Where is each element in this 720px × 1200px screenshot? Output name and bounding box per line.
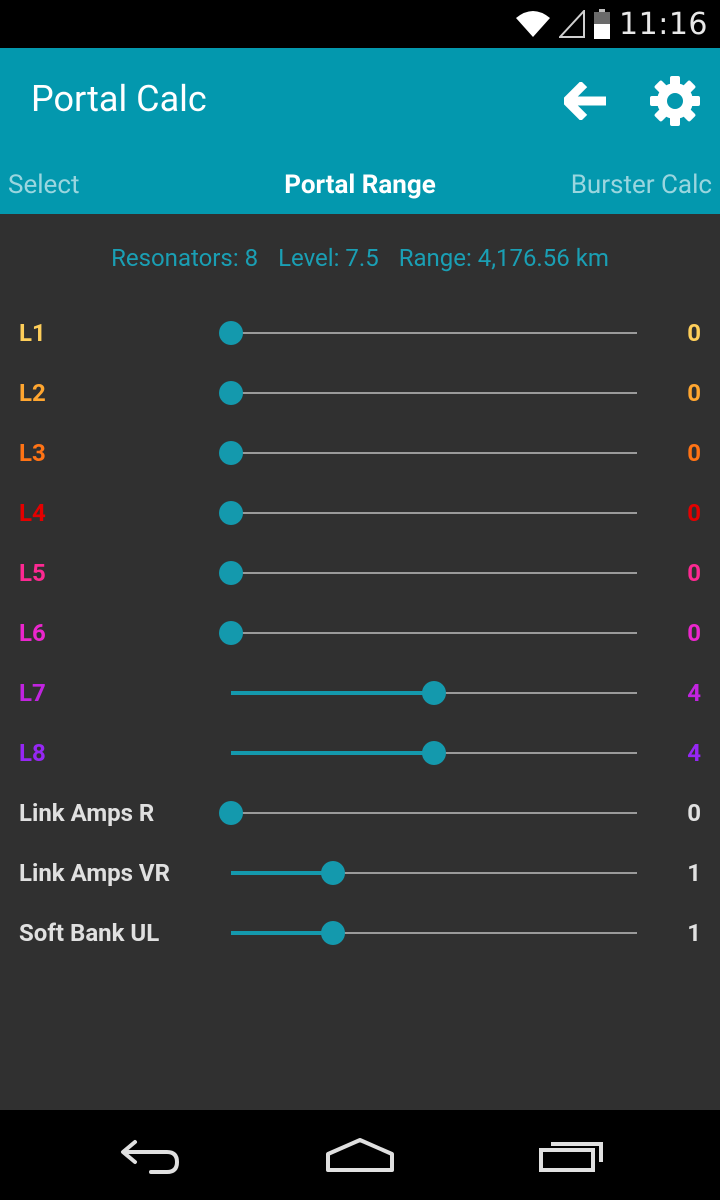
- status-bar: 11:16: [0, 0, 720, 48]
- slider[interactable]: [219, 501, 637, 525]
- tab-select[interactable]: Select: [8, 170, 79, 200]
- slider-label: L7: [19, 679, 46, 707]
- slider-value: 0: [687, 499, 701, 527]
- nav-home-button[interactable]: [320, 1130, 400, 1180]
- slider-thumb[interactable]: [422, 681, 446, 705]
- slider-row-l5: L5 0: [0, 543, 720, 603]
- slider-value: 1: [687, 859, 701, 887]
- action-bar: Portal Calc: [0, 48, 720, 156]
- slider-label: L1: [19, 319, 46, 347]
- slider-value: 0: [687, 559, 701, 587]
- slider-row-l6: L6 0: [0, 603, 720, 663]
- cell-signal-icon: [559, 10, 586, 38]
- slider-value: 0: [687, 439, 701, 467]
- slider-row-l4: L4 0: [0, 483, 720, 543]
- status-time: 11:16: [619, 6, 708, 42]
- slider-thumb[interactable]: [219, 441, 243, 465]
- portal-level: Level: 7.5: [278, 244, 379, 272]
- portal-range: Range: 4,176.56 km: [398, 244, 609, 272]
- slider-value: 1: [687, 919, 701, 947]
- nav-recents-button[interactable]: [530, 1130, 614, 1180]
- slider-label: L4: [19, 499, 46, 527]
- slider-row-l1: L1 0: [0, 303, 720, 363]
- slider-thumb[interactable]: [219, 621, 243, 645]
- slider-value: 0: [687, 319, 701, 347]
- nav-home-icon: [326, 1138, 394, 1172]
- slider-value: 4: [687, 679, 701, 707]
- slider[interactable]: [219, 321, 637, 345]
- slider[interactable]: [219, 561, 637, 585]
- slider[interactable]: [219, 441, 637, 465]
- slider-row-soft-bank-ul: Soft Bank UL 1: [0, 903, 720, 963]
- slider-row-l7: L7 4: [0, 663, 720, 723]
- nav-back-button[interactable]: [110, 1132, 190, 1180]
- resonators-count: Resonators: 8: [111, 244, 259, 272]
- slider-label: Link Amps R: [19, 799, 155, 827]
- arrow-left-icon: [564, 82, 606, 120]
- slider-thumb[interactable]: [320, 921, 345, 945]
- slider-value: 0: [687, 379, 701, 407]
- slider-value: 0: [687, 799, 701, 827]
- slider-row-link-amps-vr: Link Amps VR 1: [0, 843, 720, 903]
- slider-row-l3: L3 0: [0, 423, 720, 483]
- slider[interactable]: [231, 861, 637, 885]
- slider-value: 0: [687, 619, 701, 647]
- gear-icon: [650, 76, 700, 126]
- nav-recents-icon: [539, 1142, 603, 1172]
- wifi-icon: [515, 10, 551, 38]
- slider-row-l2: L2 0: [0, 363, 720, 423]
- slider-thumb[interactable]: [219, 501, 243, 525]
- slider-label: Soft Bank UL: [19, 919, 160, 947]
- nav-back-icon: [121, 1140, 179, 1174]
- slider-value: 4: [687, 739, 701, 767]
- slider-label: L5: [19, 559, 46, 587]
- slider-thumb[interactable]: [320, 861, 345, 885]
- slider[interactable]: [231, 741, 637, 765]
- slider[interactable]: [231, 921, 637, 945]
- slider-label: L2: [19, 379, 46, 407]
- back-button[interactable]: [560, 75, 612, 127]
- nav-bar: [0, 1110, 720, 1200]
- slider-row-link-amps-r: Link Amps R 0: [0, 783, 720, 843]
- settings-button[interactable]: [646, 72, 704, 130]
- slider-thumb[interactable]: [422, 741, 446, 765]
- slider[interactable]: [231, 681, 637, 705]
- slider[interactable]: [219, 801, 637, 825]
- slider-list: L1 0 L2 0 L3 0 L4 0 L5 0 L6 0 L7 4 L8 4 …: [0, 303, 720, 963]
- slider-thumb[interactable]: [219, 321, 243, 345]
- range-summary: Resonators: 8 Level: 7.5 Range: 4,176.56 k…: [0, 244, 720, 272]
- slider-label: Link Amps VR: [19, 859, 170, 887]
- slider[interactable]: [219, 381, 637, 405]
- slider-label: L6: [19, 619, 46, 647]
- app-title: Portal Calc: [31, 78, 207, 120]
- battery-icon: [593, 9, 611, 39]
- slider-thumb[interactable]: [219, 561, 243, 585]
- slider-label: L3: [19, 439, 46, 467]
- tab-strip: Portal Range Select Burster Calc: [0, 156, 720, 214]
- slider[interactable]: [219, 621, 637, 645]
- slider-row-l8: L8 4: [0, 723, 720, 783]
- slider-label: L8: [19, 739, 46, 767]
- slider-thumb[interactable]: [219, 801, 243, 825]
- tab-burster-calc[interactable]: Burster Calc: [571, 170, 712, 200]
- slider-thumb[interactable]: [219, 381, 243, 405]
